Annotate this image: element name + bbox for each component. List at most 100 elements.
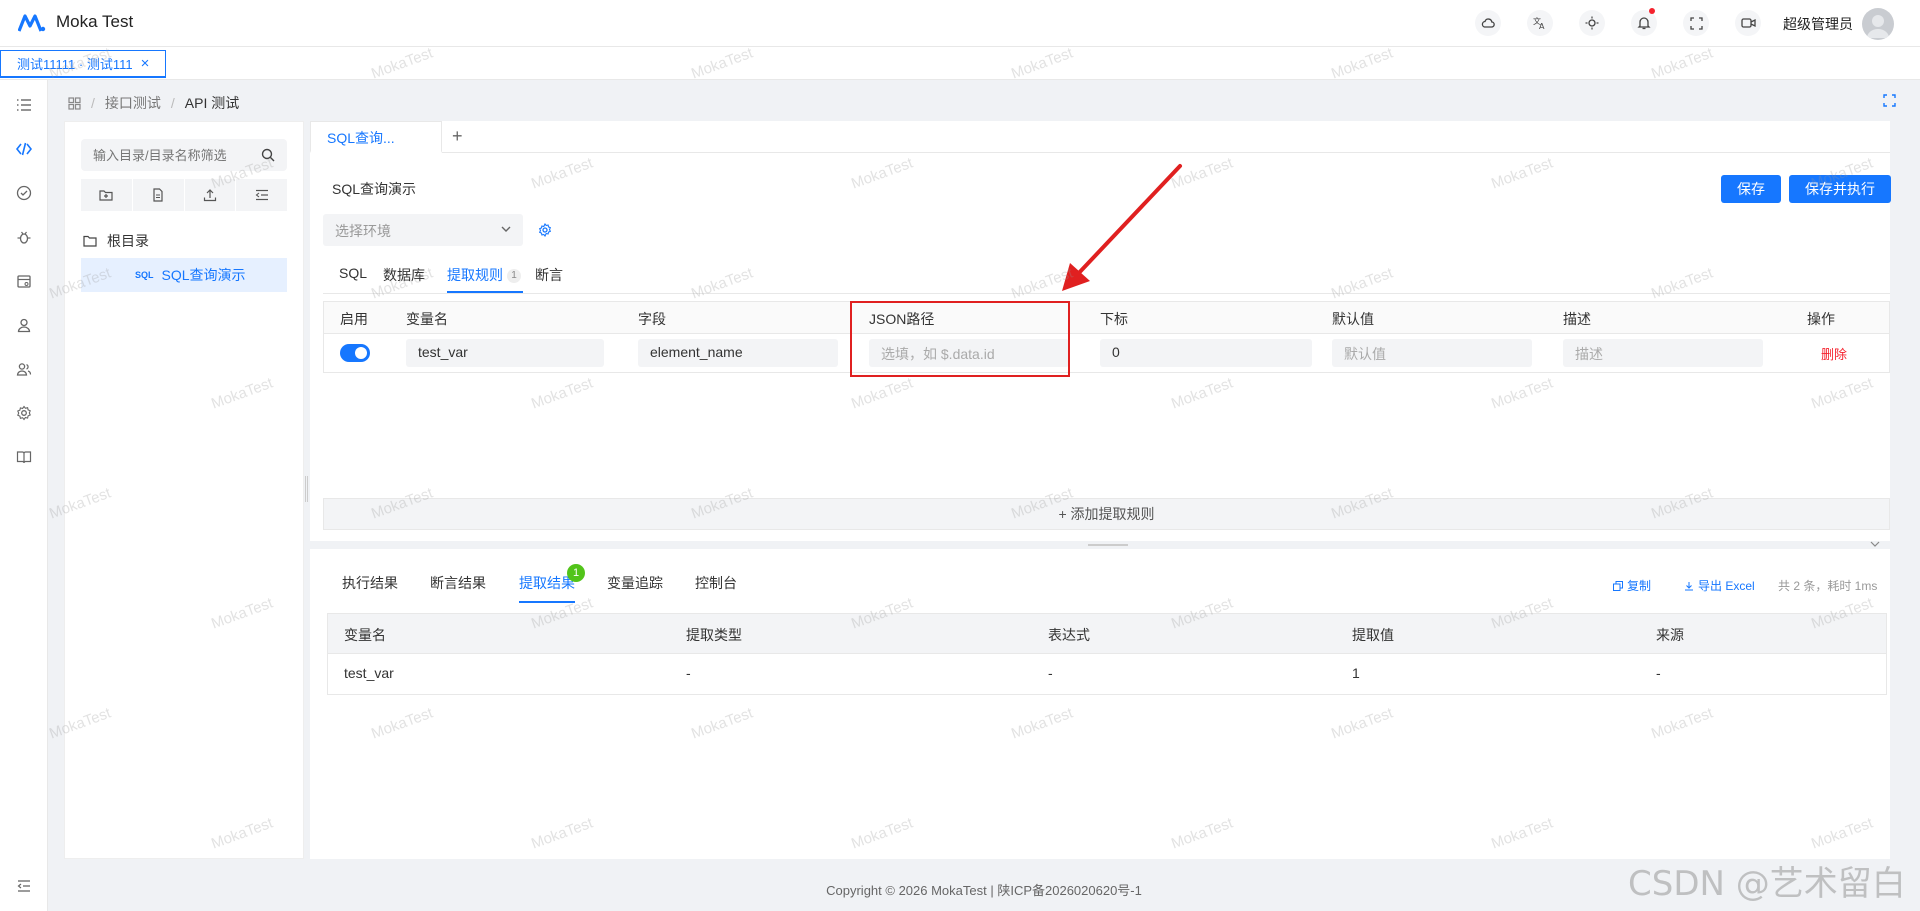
folder-icon	[83, 235, 97, 247]
res-cell-value: 1	[1352, 665, 1360, 681]
environment-select[interactable]: 选择环境	[323, 214, 523, 246]
new-folder-icon[interactable]	[81, 179, 133, 211]
res-cell-source: -	[1656, 665, 1661, 681]
new-file-icon[interactable]	[133, 179, 185, 211]
users-group-icon[interactable]	[14, 359, 34, 379]
enable-toggle[interactable]	[340, 344, 370, 362]
result-tab-active-indicator	[519, 601, 575, 603]
collapse-tree-icon[interactable]	[236, 179, 287, 211]
chevron-down-icon	[501, 226, 511, 232]
user-name[interactable]: 超级管理员	[1783, 14, 1853, 34]
request-name[interactable]: SQL查询演示	[332, 179, 416, 199]
subtab-assertions[interactable]: 断言	[535, 265, 563, 285]
calendar-task-icon[interactable]	[14, 271, 34, 291]
result-panel-splitter[interactable]	[310, 541, 1890, 549]
app-title[interactable]: Moka Test	[56, 12, 133, 32]
tab-console[interactable]: 控制台	[695, 573, 737, 593]
api-code-icon[interactable]	[14, 139, 34, 159]
col-index: 下标	[1100, 311, 1128, 327]
export-label: 导出 Excel	[1698, 579, 1755, 593]
avatar[interactable]	[1862, 8, 1894, 40]
tab-exec-result[interactable]: 执行结果	[342, 573, 398, 593]
subtab-count-badge: 1	[507, 269, 521, 283]
translate-icon[interactable]: 文A	[1527, 10, 1553, 36]
home-grid-icon[interactable]	[68, 96, 81, 110]
request-tab-active[interactable]: SQL查询...	[310, 121, 442, 153]
page-tab-active[interactable]: 测试11111 · 测试111 ×	[0, 50, 167, 78]
fullscreen-icon[interactable]	[1683, 10, 1709, 36]
copy-button[interactable]: 复制	[1613, 577, 1651, 594]
sql-badge: SQL	[135, 270, 154, 280]
close-icon[interactable]: ×	[141, 55, 150, 72]
settings-gear-icon[interactable]	[14, 403, 34, 423]
result-count-badge: 1	[567, 564, 585, 582]
tab-assert-result[interactable]: 断言结果	[430, 573, 486, 593]
check-circle-icon[interactable]	[14, 183, 34, 203]
res-col-value: 提取值	[1352, 627, 1394, 643]
panel-resize-handle[interactable]	[305, 476, 308, 502]
chevron-down-icon[interactable]	[1870, 541, 1880, 548]
default-value-input[interactable]: 默认值	[1332, 339, 1532, 367]
result-table-header: 变量名 提取类型 表达式 提取值 来源	[328, 614, 1886, 654]
import-upload-icon[interactable]	[185, 179, 237, 211]
description-input[interactable]: 描述	[1563, 339, 1763, 367]
subtab-sql[interactable]: SQL	[339, 265, 367, 281]
request-tab-bar: SQL查询... +	[310, 121, 1890, 153]
theme-sun-icon[interactable]	[1579, 10, 1605, 36]
breadcrumb-separator: /	[170, 95, 175, 111]
search-icon[interactable]	[261, 148, 275, 162]
download-icon	[1685, 581, 1693, 590]
add-tab-button[interactable]: +	[452, 126, 463, 147]
breadcrumb-item-current: API 测试	[184, 95, 240, 111]
breadcrumb: / 接口测试 / API 测试	[68, 93, 239, 113]
tree-search-input[interactable]	[81, 139, 287, 171]
add-extract-rule-button[interactable]: + 添加提取规则	[323, 498, 1890, 530]
var-name-input[interactable]: test_var	[406, 339, 604, 367]
col-enabled: 启用	[340, 311, 368, 327]
res-cell-expression: -	[1048, 665, 1053, 681]
save-and-run-button[interactable]: 保存并执行	[1789, 175, 1891, 203]
moka-logo-icon[interactable]	[18, 13, 46, 33]
copy-icon	[1613, 580, 1623, 591]
breadcrumb-item[interactable]: 接口测试	[105, 93, 161, 113]
export-excel-button[interactable]: 导出 Excel	[1684, 577, 1755, 594]
res-col-type: 提取类型	[686, 627, 742, 643]
user-icon[interactable]	[14, 315, 34, 335]
subtab-active-indicator	[447, 291, 523, 293]
result-summary: 共 2 条，耗时 1ms	[1778, 579, 1878, 593]
res-col-expression: 表达式	[1048, 627, 1090, 643]
tree-item-sql-demo[interactable]: SQL SQL查询演示	[81, 258, 287, 292]
splitter-grip[interactable]	[1088, 544, 1128, 546]
bug-icon[interactable]	[14, 227, 34, 247]
top-header: Moka Test 文A 超级管理员	[0, 0, 1920, 47]
breadcrumb-separator: /	[91, 95, 95, 111]
book-docs-icon[interactable]	[14, 447, 34, 467]
save-button[interactable]: 保存	[1721, 175, 1781, 203]
delete-rule-link[interactable]: 删除	[1821, 344, 1847, 363]
menu-list-icon[interactable]	[14, 95, 34, 115]
fullscreen-content-icon[interactable]	[1883, 94, 1896, 110]
subtab-database[interactable]: 数据库	[383, 265, 425, 285]
copy-label: 复制	[1627, 579, 1652, 593]
cloud-icon[interactable]	[1475, 10, 1501, 36]
page-tab-strip: 测试11111 · 测试111 ×	[0, 47, 1920, 80]
extract-result-table: 变量名 提取类型 表达式 提取值 来源 test_var - - 1 -	[327, 613, 1887, 695]
annotation-arrow-icon	[1062, 164, 1182, 291]
col-description: 描述	[1563, 311, 1591, 327]
notification-dot	[1649, 8, 1655, 14]
index-input[interactable]: 0	[1100, 339, 1312, 367]
res-col-source: 来源	[1656, 627, 1684, 643]
video-record-icon[interactable]	[1735, 10, 1761, 36]
table-row[interactable]: test_var - - 1 -	[328, 654, 1886, 694]
svg-text:A: A	[1539, 22, 1545, 30]
field-input[interactable]: element_name	[638, 339, 838, 367]
notification-bell-icon[interactable]	[1631, 8, 1657, 36]
directory-tree-panel: 根目录 SQL SQL查询演示	[64, 121, 304, 859]
res-cell-var-name: test_var	[344, 665, 394, 681]
tab-variable-trace[interactable]: 变量追踪	[607, 573, 663, 593]
subtab-extract-rules[interactable]: 提取规则	[447, 265, 503, 285]
page-tab-label: 测试11111 · 测试111	[17, 57, 133, 72]
environment-settings-icon[interactable]	[538, 223, 552, 237]
tree-root-node[interactable]: 根目录	[83, 231, 149, 251]
collapse-sidebar-icon[interactable]	[14, 876, 34, 896]
